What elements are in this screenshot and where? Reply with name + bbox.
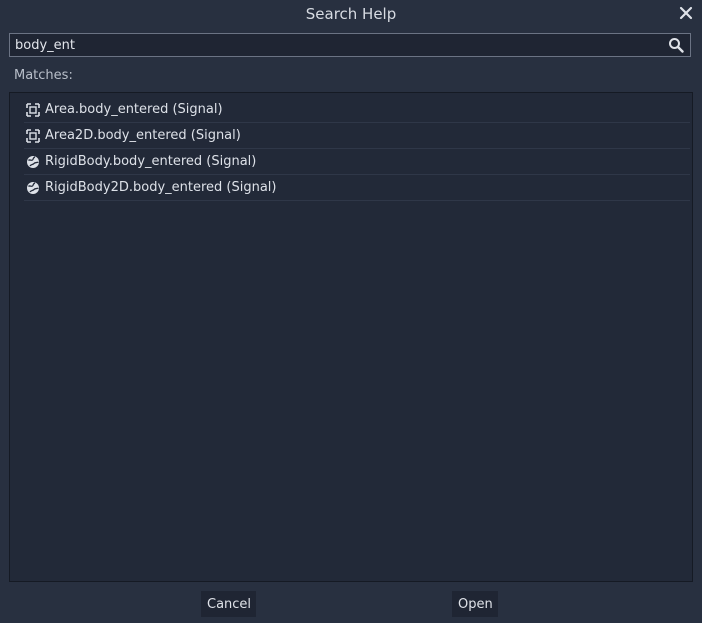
result-item[interactable]: Area2D.body_entered (Signal) [24,124,690,149]
search-help-dialog: Search Help Matches: Area.body_entered (… [0,0,702,623]
search-field[interactable] [9,33,691,57]
area-node-icon [26,103,40,117]
dialog-title: Search Help [305,5,397,23]
open-button[interactable]: Open [452,591,498,617]
result-label: RigidBody2D.body_entered (Signal) [45,180,277,195]
search-icon[interactable] [668,37,684,53]
rigid-body-icon [27,182,39,194]
cancel-button[interactable]: Cancel [201,591,256,617]
matches-label: Matches: [14,68,73,83]
results-list[interactable]: Area.body_entered (Signal) Area2D.body_e… [9,92,693,582]
result-label: RigidBody.body_entered (Signal) [45,154,257,169]
title-bar: Search Help [0,0,702,30]
result-item[interactable]: RigidBody2D.body_entered (Signal) [24,176,690,201]
result-label: Area.body_entered (Signal) [45,102,223,117]
search-input[interactable] [15,36,655,54]
result-item[interactable]: RigidBody.body_entered (Signal) [24,150,690,175]
result-label: Area2D.body_entered (Signal) [45,128,241,143]
close-icon[interactable] [678,4,694,22]
area-node-icon [26,129,40,143]
rigid-body-icon [27,156,39,168]
result-item[interactable]: Area.body_entered (Signal) [24,98,690,123]
